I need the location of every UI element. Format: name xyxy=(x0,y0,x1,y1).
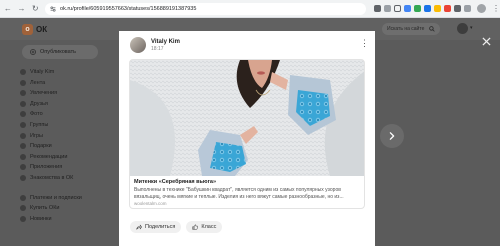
forward-icon[interactable]: → xyxy=(16,3,28,15)
header-avatar[interactable] xyxy=(457,23,468,34)
search-icon xyxy=(429,26,435,32)
extensions-puzzle-icon[interactable] xyxy=(454,5,462,12)
card-title[interactable]: Митенки «Серебряная вьюга» xyxy=(134,179,216,185)
address-bar[interactable]: ok.ru/profile/605919557663/statuses/1568… xyxy=(45,2,367,15)
post-author: Vitaly Kim 18:17 xyxy=(130,37,180,53)
share-label: Поделиться xyxy=(145,224,176,230)
like-button[interactable]: Класс xyxy=(186,221,223,233)
card-source: woolentalm.com xyxy=(134,201,167,206)
star-icon xyxy=(20,153,26,160)
publish-label: Опубликовать xyxy=(40,49,76,55)
sidebar-item-friends[interactable]: Друзья xyxy=(20,99,120,109)
bell-icon xyxy=(20,90,26,97)
sidebar-divider xyxy=(20,184,120,193)
share-button[interactable]: Поделиться xyxy=(130,221,182,233)
extension-icon-3[interactable] xyxy=(424,5,432,12)
translate-icon[interactable] xyxy=(374,5,382,12)
extension-icon-2[interactable] xyxy=(414,5,422,12)
bookmark-star-icon[interactable] xyxy=(394,5,402,12)
coin-icon xyxy=(20,205,26,212)
back-icon[interactable]: ← xyxy=(2,3,14,15)
publish-button[interactable]: Опубликовать xyxy=(22,45,98,59)
sidebar-item-apps[interactable]: Приложения xyxy=(20,162,120,172)
author-avatar[interactable] xyxy=(130,37,146,53)
gift-icon xyxy=(20,143,26,150)
site-search-input[interactable]: Искать на сайте xyxy=(382,23,440,35)
browser-profile-avatar[interactable] xyxy=(477,4,487,13)
share-icon xyxy=(136,224,142,230)
browser-toolbar: ← → ↻ ok.ru/profile/605919557663/statuse… xyxy=(0,0,500,18)
post-time: 18:17 xyxy=(151,45,164,52)
like-label: Класс xyxy=(201,224,217,230)
close-icon xyxy=(481,36,491,46)
heart-icon xyxy=(20,174,26,181)
author-name[interactable]: Vitaly Kim xyxy=(151,39,180,45)
post-modal: Vitaly Kim 18:17 ⋮ Митенки «Серебряная в… xyxy=(119,31,375,246)
extension-icon-1[interactable] xyxy=(404,5,412,12)
apps-icon xyxy=(20,164,26,171)
sidebar-nav: Vitaly Kim Лента Увлечения Друзья Фото Г… xyxy=(20,67,120,224)
ok-logo-icon[interactable]: o xyxy=(22,24,33,35)
friends-icon xyxy=(20,100,26,107)
games-icon xyxy=(20,132,26,139)
extension-icon-5[interactable] xyxy=(444,5,452,12)
user-icon xyxy=(20,69,26,75)
more-options-icon[interactable]: ⋮ xyxy=(360,39,369,48)
post-actions: Поделиться Класс xyxy=(130,221,223,233)
card-description: Выполнены в технике "Бабушкин квадрат", … xyxy=(134,187,344,200)
news-icon xyxy=(20,215,26,222)
side-panel-icon[interactable] xyxy=(464,5,472,12)
feed-icon xyxy=(20,79,26,86)
plus-circle-icon xyxy=(30,49,36,55)
chevron-down-icon[interactable]: ▾ xyxy=(470,25,473,31)
browser-menu-icon[interactable]: ⋮ xyxy=(492,4,500,13)
sidebar-item-gifts[interactable]: Подарки xyxy=(20,141,120,151)
card-icon xyxy=(20,194,26,201)
photo-icon xyxy=(20,111,26,118)
sidebar-item-news[interactable]: Новинки xyxy=(20,214,120,224)
sidebar-item-dating[interactable]: Знакомства в ОК xyxy=(20,173,120,183)
reload-icon[interactable]: ↻ xyxy=(29,3,41,15)
sidebar-item-profile[interactable]: Vitaly Kim xyxy=(20,67,120,77)
url-text: ok.ru/profile/605919557663/statuses/1568… xyxy=(60,5,197,12)
sidebar-item-payments[interactable]: Платежи и подписки xyxy=(20,193,120,203)
sidebar-item-games[interactable]: Игры xyxy=(20,131,120,141)
site-info-icon[interactable] xyxy=(50,5,56,12)
groups-icon xyxy=(20,121,26,128)
sidebar-item-feed[interactable]: Лента xyxy=(20,78,120,88)
post-photo xyxy=(130,60,364,176)
chevron-right-icon xyxy=(389,132,395,140)
sidebar-item-photos[interactable]: Фото xyxy=(20,109,120,119)
close-modal-button[interactable] xyxy=(480,35,492,47)
sidebar-item-recommendations[interactable]: Рекомендации xyxy=(20,152,120,162)
search-placeholder: Искать на сайте xyxy=(387,26,425,32)
sidebar-item-hobbies[interactable]: Увлечения xyxy=(20,88,120,98)
link-preview-card[interactable]: Митенки «Серебряная вьюга» Выполнены в т… xyxy=(129,59,365,209)
share-page-icon[interactable] xyxy=(384,5,392,12)
next-post-button[interactable] xyxy=(380,124,404,148)
thumbs-up-icon xyxy=(192,224,199,230)
sidebar-item-groups[interactable]: Группы xyxy=(20,120,120,130)
extension-icon-4[interactable] xyxy=(434,5,442,12)
ok-logo-text[interactable]: ОК xyxy=(36,25,47,34)
sidebar-item-buy-oks[interactable]: Купить ОКи xyxy=(20,203,120,213)
